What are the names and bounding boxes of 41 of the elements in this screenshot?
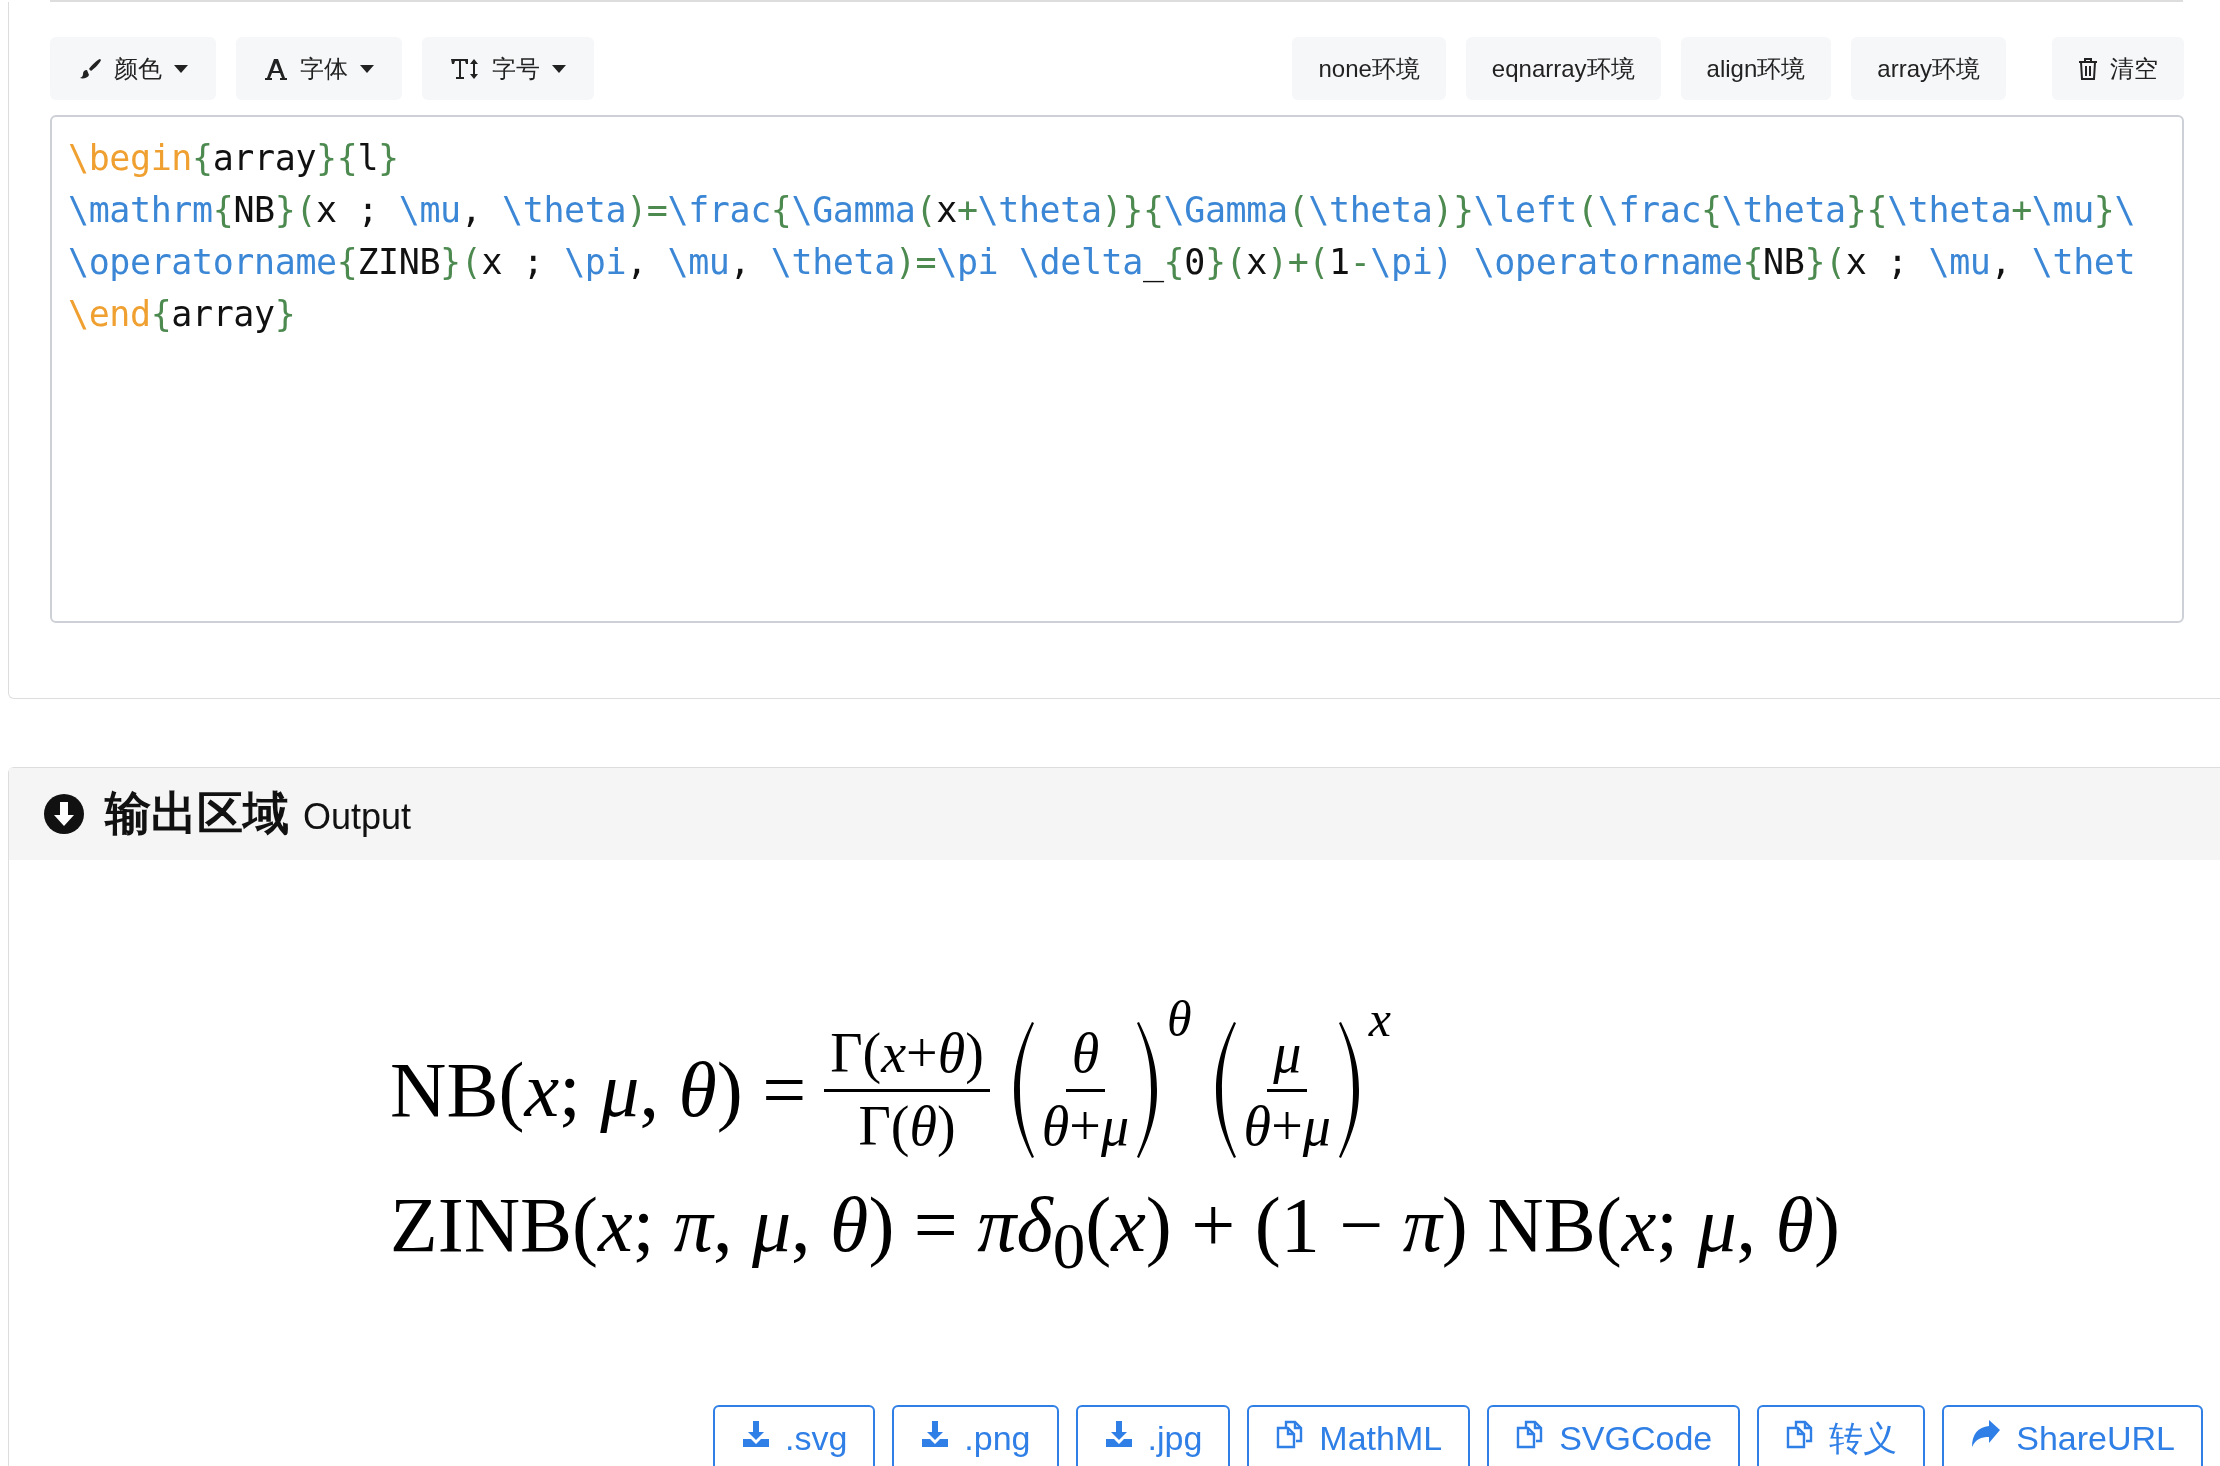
- environment-button[interactable]: array环境: [1851, 37, 2006, 100]
- caret-icon: [552, 64, 566, 73]
- fraction: θ θ+μ: [1040, 1022, 1131, 1158]
- export-button[interactable]: 转义: [1757, 1405, 1926, 1466]
- section-title: 输出区域: [105, 785, 289, 842]
- export-button[interactable]: ShareURL: [1942, 1405, 2203, 1466]
- code-line: \mathrm{NB}(x ; \mu, \theta)=\frac{\Gamma(x+\theta)}{\Gamma(\theta)}\left(\frac{\theta}{\theta+\mu}\: [68, 189, 2137, 232]
- export-button[interactable]: SVGCode: [1487, 1405, 1741, 1466]
- formula-text: ZINB(x; π, μ, θ) = πδ$_{0}$(x) + (1 − π) NB(x; μ, θ): [390, 1180, 1840, 1284]
- share-icon: [1970, 1419, 2003, 1449]
- code-line: \operatorname{ZINB}(x ; \pi, \mu, \theta)=\pi \delta_{0}(x)+(1-\pi) \operatorname{NB}(x ; \mu, \thet: [68, 241, 2137, 285]
- caret-icon: [174, 64, 188, 73]
- code-editor[interactable]: [50, 115, 2184, 623]
- text-height-icon: [450, 56, 480, 81]
- fraction: μ θ+μ: [1242, 1022, 1332, 1158]
- export-button[interactable]: .jpg: [1075, 1405, 1231, 1466]
- brush-icon: [78, 56, 102, 81]
- clear-button[interactable]: 清空: [2052, 37, 2184, 100]
- code-line: \end{array}: [68, 293, 297, 336]
- trash-icon: [2078, 57, 2098, 80]
- download-icon: [920, 1419, 951, 1449]
- environment-button[interactable]: eqnarray环境: [1465, 37, 1661, 100]
- formula-text: NB(x; μ, θ) =: [390, 1045, 807, 1135]
- export-button[interactable]: .svg: [712, 1405, 876, 1466]
- exponent: θ: [1167, 990, 1192, 1048]
- download-icon: [1103, 1419, 1134, 1449]
- code-line: \begin{array}{l}: [68, 137, 400, 180]
- dropdown-button[interactable]: 字体: [236, 37, 402, 100]
- dropdown-button[interactable]: 颜色: [50, 37, 216, 100]
- environment-button[interactable]: align环境: [1680, 37, 1832, 100]
- caret-icon: [360, 64, 374, 73]
- exponent: x: [1368, 990, 1392, 1048]
- download-icon: [740, 1419, 771, 1449]
- section-subtitle: Output: [303, 796, 412, 838]
- export-button[interactable]: MathML: [1247, 1405, 1471, 1466]
- environment-button[interactable]: none环境: [1292, 37, 1446, 100]
- dropdown-button[interactable]: 字号: [422, 37, 594, 100]
- arrow-down-circle-icon: [43, 793, 85, 835]
- font-icon: [264, 56, 288, 81]
- export-button[interactable]: .png: [892, 1405, 1059, 1466]
- fraction: Γ(x+θ) Γ(θ): [824, 1022, 990, 1158]
